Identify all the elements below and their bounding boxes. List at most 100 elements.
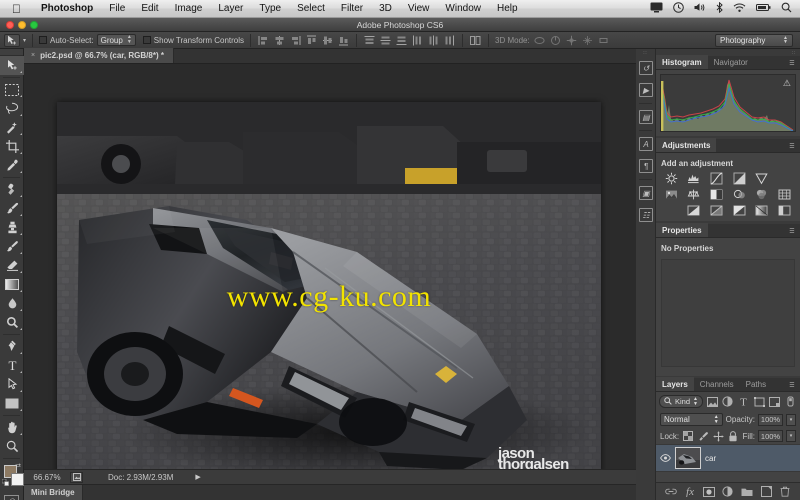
filter-adjustment-icon[interactable] <box>722 395 735 408</box>
curves-icon[interactable] <box>709 172 724 185</box>
scale-3d-icon[interactable] <box>597 34 610 47</box>
blur-tool[interactable] <box>0 294 24 313</box>
tab-layers[interactable]: Layers <box>656 377 694 391</box>
move-tool[interactable] <box>0 56 24 75</box>
lock-position-icon[interactable] <box>712 430 724 442</box>
menu-item-select[interactable]: Select <box>289 3 333 14</box>
lock-image-pixels-icon[interactable] <box>697 430 709 442</box>
levels-icon[interactable] <box>686 172 701 185</box>
invert-icon[interactable] <box>686 204 701 217</box>
threshold-icon[interactable] <box>732 204 747 217</box>
layer-list-item[interactable]: car <box>656 444 800 472</box>
align-top-edges-icon[interactable] <box>305 34 318 47</box>
posterize-icon[interactable] <box>709 204 724 217</box>
default-colors-icon[interactable] <box>1 478 9 486</box>
menu-item-view[interactable]: View <box>400 3 438 14</box>
character-panel-icon[interactable]: A <box>636 133 656 155</box>
panel-menu-icon[interactable]: ☰ <box>787 142 797 150</box>
close-icon[interactable]: × <box>31 52 35 59</box>
horizontal-type-tool[interactable]: T <box>0 356 24 375</box>
new-layer-icon[interactable] <box>760 485 773 498</box>
history-panel-icon[interactable]: ↺ <box>636 57 656 79</box>
canvas[interactable]: www.cg-ku.com jason thorgalsen photograp… <box>24 64 636 484</box>
adjustments-presets-icon[interactable]: ▤ <box>636 106 656 128</box>
align-right-edges-icon[interactable] <box>289 34 302 47</box>
lock-transparent-pixels-icon[interactable] <box>682 430 694 442</box>
menu-item-edit[interactable]: Edit <box>133 3 166 14</box>
tab-histogram[interactable]: Histogram <box>656 55 708 69</box>
distribute-bottom-edges-icon[interactable] <box>395 34 408 47</box>
notes-panel-icon[interactable]: ☷ <box>636 204 656 226</box>
show-transform-controls-checkbox[interactable] <box>142 36 151 44</box>
roll-3d-icon[interactable] <box>549 34 562 47</box>
uncached-data-warning-icon[interactable]: ⚠ <box>783 78 791 89</box>
link-layers-icon[interactable] <box>664 485 677 498</box>
opacity-stepper-icon[interactable]: ▾ <box>786 413 796 426</box>
black-white-icon[interactable] <box>709 188 724 201</box>
zoom-tool[interactable] <box>0 437 24 456</box>
close-button[interactable] <box>6 21 14 29</box>
apple-icon[interactable]:  <box>12 3 21 15</box>
display-icon[interactable] <box>650 2 663 16</box>
zoom-level-field[interactable]: 66.67% <box>24 473 70 482</box>
status-menu-arrow-icon[interactable]: ▶ <box>195 473 200 481</box>
filter-shape-icon[interactable] <box>753 395 766 408</box>
menu-item-file[interactable]: File <box>101 3 133 14</box>
eraser-tool[interactable] <box>0 256 24 275</box>
align-left-edges-icon[interactable] <box>257 34 270 47</box>
distribute-horizontal-centers-icon[interactable] <box>427 34 440 47</box>
background-color-swatch[interactable] <box>11 473 24 486</box>
filter-type-icon[interactable]: T <box>737 395 750 408</box>
distribute-top-edges-icon[interactable] <box>363 34 376 47</box>
panel-menu-icon[interactable]: ☰ <box>787 381 797 389</box>
hand-tool[interactable] <box>0 418 24 437</box>
styles-panel-icon[interactable]: ▣ <box>636 182 656 204</box>
clone-stamp-tool[interactable] <box>0 218 24 237</box>
layer-thumbnail[interactable] <box>675 447 701 469</box>
menu-item-type[interactable]: Type <box>251 3 289 14</box>
tab-adjustments[interactable]: Adjustments <box>656 138 717 152</box>
panel-menu-icon[interactable]: ☰ <box>787 59 797 67</box>
menu-item-window[interactable]: Window <box>437 3 489 14</box>
quick-selection-tool[interactable] <box>0 118 24 137</box>
wifi-icon[interactable] <box>733 2 746 16</box>
filter-pixel-icon[interactable] <box>706 395 719 408</box>
rectangular-marquee-tool[interactable] <box>0 80 24 99</box>
menu-item-filter[interactable]: Filter <box>333 3 371 14</box>
auto-align-layers-icon[interactable] <box>469 34 482 47</box>
channel-mixer-icon[interactable] <box>754 188 769 201</box>
crop-tool[interactable] <box>0 137 24 156</box>
gradient-map-icon[interactable] <box>754 204 769 217</box>
exposure-icon[interactable] <box>732 172 747 185</box>
auto-select-scope-select[interactable]: Group ▲ ▼ <box>96 34 136 46</box>
photo-image[interactable]: www.cg-ku.com jason thorgalsen photograp… <box>57 102 601 474</box>
tab-paths[interactable]: Paths <box>740 377 772 391</box>
new-group-icon[interactable] <box>741 485 754 498</box>
lock-all-icon[interactable] <box>727 430 739 442</box>
menu-item-photoshop[interactable]: Photoshop <box>33 3 101 14</box>
distribute-vertical-centers-icon[interactable] <box>379 34 392 47</box>
tab-properties[interactable]: Properties <box>656 223 708 237</box>
delete-layer-icon[interactable] <box>779 485 792 498</box>
auto-select-checkbox[interactable] <box>39 36 48 44</box>
layer-filter-kind-select[interactable]: Kind ▲ ▼ <box>659 395 703 408</box>
vibrance-icon[interactable] <box>754 172 769 185</box>
hue-saturation-icon[interactable] <box>664 188 679 201</box>
paragraph-panel-icon[interactable]: ¶ <box>636 155 656 177</box>
filter-smartobject-icon[interactable] <box>769 395 782 408</box>
tool-preset-chevron-icon[interactable]: ▾ <box>23 37 26 44</box>
menu-item-layer[interactable]: Layer <box>210 3 251 14</box>
document-thumb-icon[interactable] <box>70 471 83 483</box>
add-layer-mask-icon[interactable] <box>702 485 715 498</box>
eyedropper-tool[interactable] <box>0 156 24 175</box>
volume-icon[interactable] <box>694 2 706 16</box>
fill-value[interactable]: 100% <box>758 430 783 442</box>
layer-style-fx-icon[interactable]: fx <box>683 485 696 498</box>
align-vertical-centers-icon[interactable] <box>321 34 334 47</box>
brightness-contrast-icon[interactable] <box>664 172 679 185</box>
battery-icon[interactable] <box>756 2 771 16</box>
tab-channels[interactable]: Channels <box>694 377 740 391</box>
zoom-button[interactable] <box>30 21 38 29</box>
distribute-right-edges-icon[interactable] <box>443 34 456 47</box>
time-machine-icon[interactable] <box>673 1 684 16</box>
